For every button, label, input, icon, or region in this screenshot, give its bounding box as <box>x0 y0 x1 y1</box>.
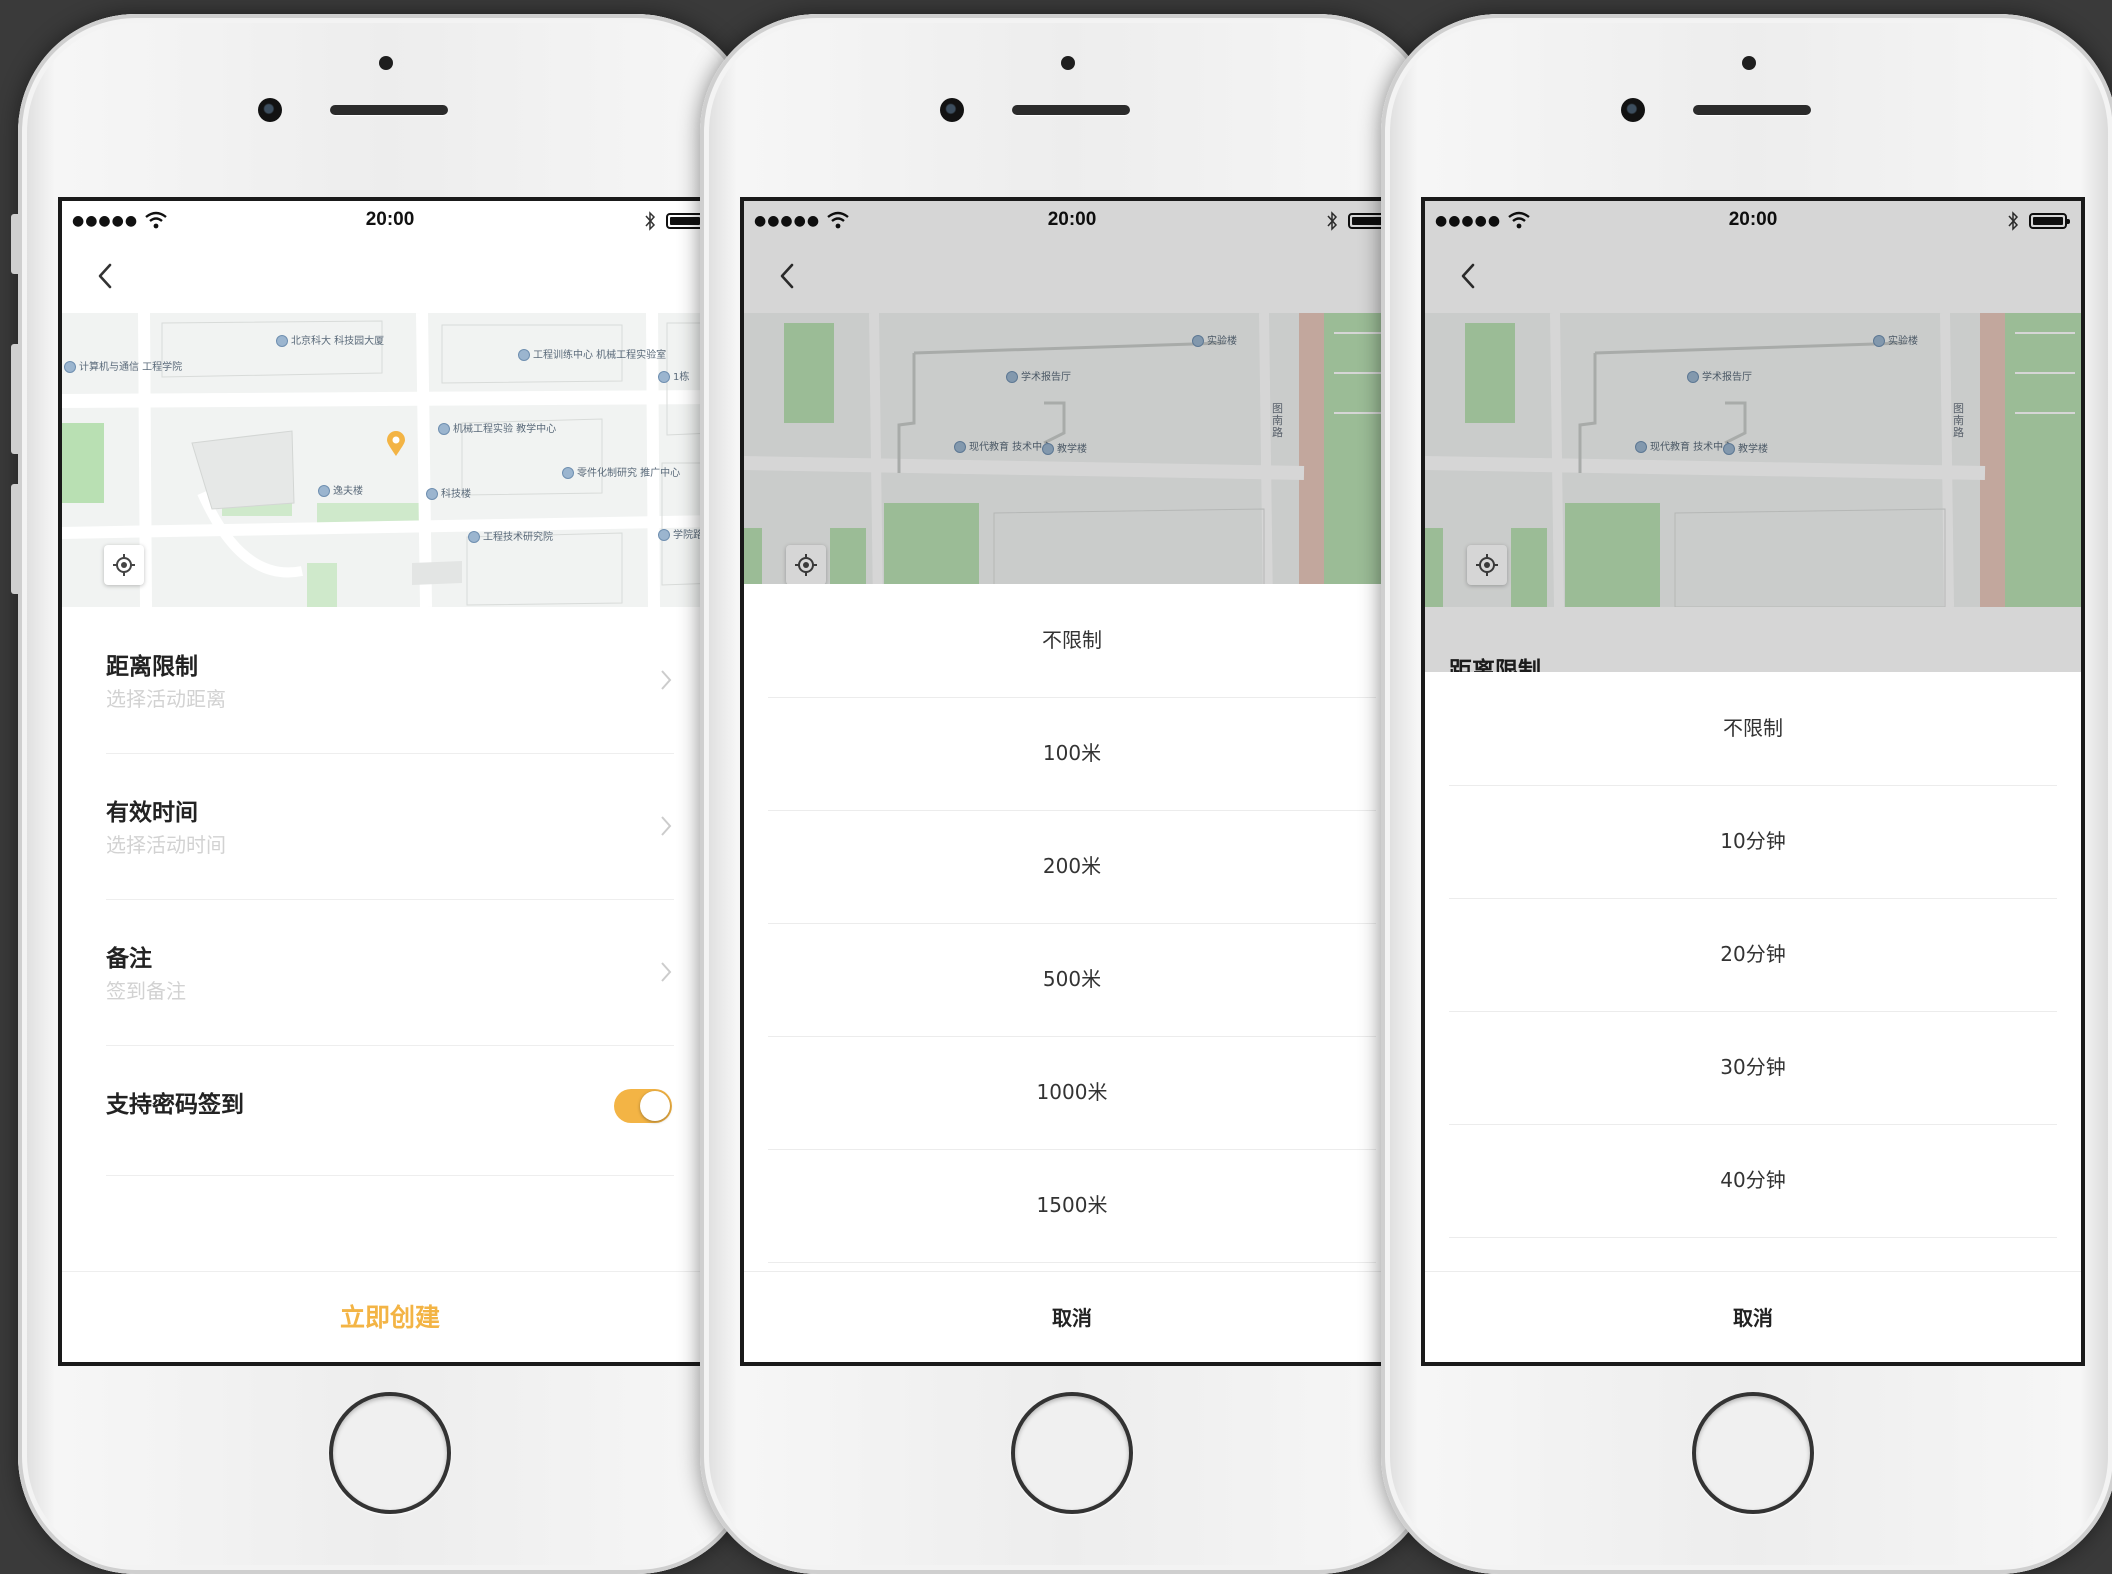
option-item[interactable]: 不限制 <box>1449 672 2057 786</box>
map-poi[interactable]: 零件化制研究 推广中心 <box>562 467 680 479</box>
row-placeholder: 签到备注 <box>106 979 186 1003</box>
chevron-right-icon <box>661 816 672 836</box>
screen-create-form: ●●●●● 20:00 北京科大 科技园大厦 计算机与通信 工程学院 工程训练中… <box>58 197 722 1366</box>
chevron-right-icon <box>661 670 672 690</box>
home-button[interactable] <box>1011 1392 1133 1514</box>
phone-frame-distance-picker: ●●●●● 20:00 实验楼 学术报告厅 现代教育 技术中心 教学楼 图南路 … <box>700 14 1436 1574</box>
map-poi[interactable]: 工程训练中心 机械工程实验室 <box>518 349 666 361</box>
option-item[interactable]: 200米 <box>768 810 1376 924</box>
cancel-button[interactable]: 取消 <box>744 1302 1400 1331</box>
nav-bar <box>62 241 718 313</box>
option-item[interactable]: 40分钟 <box>1449 1124 2057 1238</box>
row-title: 支持密码签到 <box>106 1092 244 1118</box>
distance-limit-row[interactable]: 距离限制 选择活动距离 <box>106 607 674 754</box>
building-icon <box>658 371 670 383</box>
proximity-sensor <box>379 56 393 70</box>
time-action-sheet: 不限制 10分钟 20分钟 30分钟 40分钟 取消 <box>1425 672 2081 1362</box>
create-bar: 立即创建 <box>62 1271 718 1362</box>
volume-down-button <box>11 484 19 594</box>
battery-icon <box>666 213 707 229</box>
option-item[interactable]: 1500米 <box>768 1149 1376 1263</box>
earpiece-speaker <box>1693 105 1811 115</box>
bluetooth-icon <box>645 211 656 231</box>
building-icon <box>658 529 670 541</box>
password-checkin-row: 支持密码签到 <box>106 1045 674 1176</box>
home-button[interactable] <box>1692 1392 1814 1514</box>
volume-up-button <box>11 344 19 454</box>
row-placeholder: 选择活动时间 <box>106 833 226 857</box>
front-camera <box>940 98 964 122</box>
earpiece-speaker <box>1012 105 1130 115</box>
back-arrow-icon[interactable] <box>98 263 112 289</box>
building-icon <box>64 361 76 373</box>
front-camera <box>258 98 282 122</box>
option-item[interactable]: 30分钟 <box>1449 1011 2057 1125</box>
screen-time-picker: ●●●●● 20:00 实验楼 学术报告厅 现代教育 技术中心 教学楼 图南路 … <box>1421 197 2085 1366</box>
row-title: 距离限制 <box>106 654 198 680</box>
row-placeholder: 选择活动距离 <box>106 687 226 711</box>
create-now-button[interactable]: 立即创建 <box>62 1298 718 1334</box>
row-title: 备注 <box>106 946 152 972</box>
row-title: 有效时间 <box>106 800 198 826</box>
screen-distance-picker: ●●●●● 20:00 实验楼 学术报告厅 现代教育 技术中心 教学楼 图南路 … <box>740 197 1404 1366</box>
building-icon <box>318 485 330 497</box>
building-icon <box>562 467 574 479</box>
option-item[interactable]: 1000米 <box>768 1036 1376 1150</box>
front-camera <box>1621 98 1645 122</box>
status-time: 20:00 <box>365 209 415 230</box>
map-poi[interactable]: 逸夫楼 <box>318 485 363 497</box>
status-bar: ●●●●● 20:00 <box>62 201 718 241</box>
option-item[interactable]: 100米 <box>768 697 1376 811</box>
locate-button[interactable] <box>104 545 144 585</box>
building-icon <box>518 349 530 361</box>
phone-frame-create-form: ●●●●● 20:00 北京科大 科技园大厦 计算机与通信 工程学院 工程训练中… <box>11 14 754 1574</box>
mute-switch <box>11 214 19 274</box>
building-icon <box>438 423 450 435</box>
map-view[interactable]: 北京科大 科技园大厦 计算机与通信 工程学院 工程训练中心 机械工程实验室 机械… <box>62 313 718 607</box>
earpiece-speaker <box>330 105 448 115</box>
option-item[interactable]: 不限制 <box>768 584 1376 698</box>
cancel-bar: 取消 <box>744 1271 1400 1362</box>
option-item[interactable]: 10分钟 <box>1449 785 2057 899</box>
building-icon <box>276 335 288 347</box>
building-icon <box>426 488 438 500</box>
map-poi[interactable]: 北京科大 科技园大厦 <box>276 335 384 347</box>
map-poi[interactable]: 工程技术研究院 <box>468 531 553 543</box>
building-icon <box>468 531 480 543</box>
map-poi[interactable]: 科技楼 <box>426 488 471 500</box>
home-button[interactable] <box>329 1392 451 1514</box>
cancel-button[interactable]: 取消 <box>1425 1302 2081 1331</box>
phone-frame-time-picker: ●●●●● 20:00 实验楼 学术报告厅 现代教育 技术中心 教学楼 图南路 … <box>1381 14 2112 1574</box>
chevron-right-icon <box>661 962 672 982</box>
proximity-sensor <box>1742 56 1756 70</box>
password-checkin-toggle[interactable] <box>614 1089 672 1123</box>
map-poi[interactable]: 1栋 <box>658 371 689 383</box>
option-item[interactable]: 500米 <box>768 923 1376 1037</box>
map-poi[interactable]: 计算机与通信 工程学院 <box>64 361 182 373</box>
proximity-sensor <box>1061 56 1075 70</box>
option-item[interactable]: 20分钟 <box>1449 898 2057 1012</box>
map-poi[interactable]: 机械工程实验 教学中心 <box>438 423 556 435</box>
distance-action-sheet: 不限制 100米 200米 500米 1000米 1500米 取消 <box>744 584 1400 1362</box>
remark-row[interactable]: 备注 签到备注 <box>106 899 674 1046</box>
crosshair-icon <box>113 554 135 576</box>
cancel-bar: 取消 <box>1425 1271 2081 1362</box>
valid-time-row[interactable]: 有效时间 选择活动时间 <box>106 753 674 900</box>
location-pin-icon <box>387 431 405 456</box>
